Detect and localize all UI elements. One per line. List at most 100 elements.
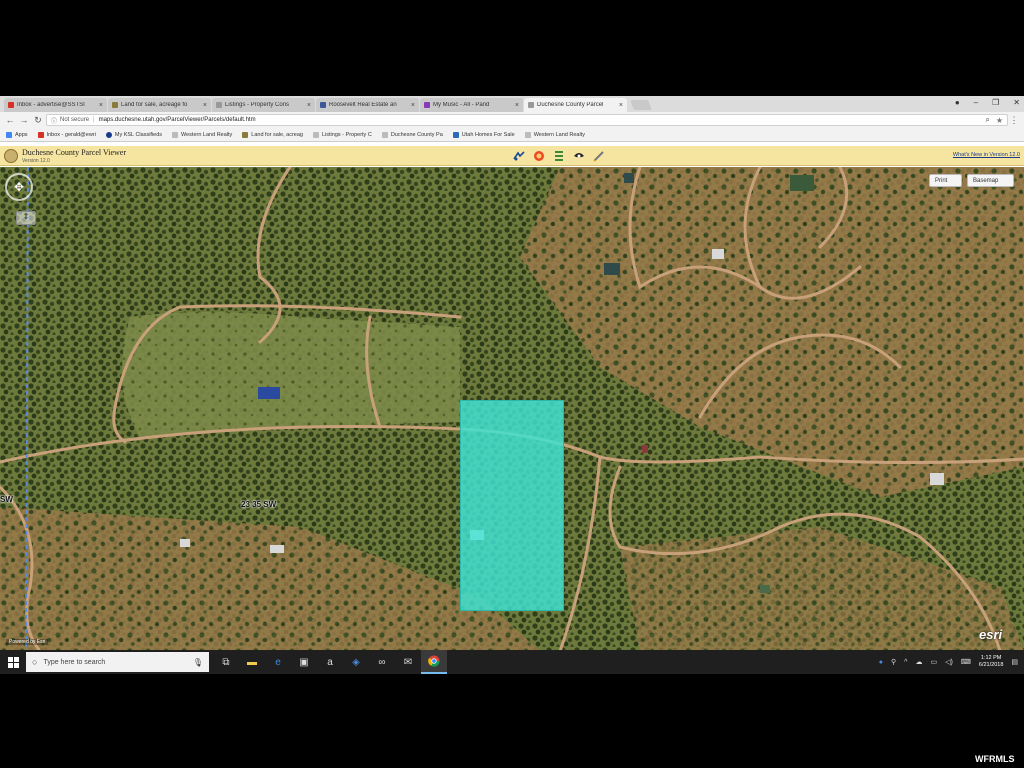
profile-icon[interactable]: ● [955,98,960,107]
info-icon[interactable]: ⓘ [51,116,57,125]
tab-duchesne-parcel[interactable]: Duchesne County Parcel × [524,98,627,112]
section-label: SW [0,495,13,504]
close-window-button[interactable]: ✕ [1013,98,1020,107]
gmail-icon [37,131,44,138]
record-icon[interactable] [532,149,545,162]
mail-icon[interactable]: ✉ [395,650,421,674]
minimize-button[interactable]: – [974,98,978,107]
whats-new-link[interactable]: What's New in Version 12.0 [953,152,1020,158]
keyboard-icon[interactable]: ⌨ [961,658,971,666]
toolbar [512,149,605,162]
map-view[interactable]: ✥ ⇕ Print Basemap 23 35 SW SW Powered by… [0,167,1024,651]
tab-pandora[interactable]: My Music - All - Pand × [420,98,523,112]
print-button[interactable]: Print [929,174,962,187]
tab-label: Duchesne County Parcel [537,102,604,108]
tab-land-for-sale[interactable]: Land for sale, acreage fo × [108,98,211,112]
amazon-icon[interactable]: a [317,650,343,674]
menu-icon[interactable]: ⋮ [1008,115,1020,126]
edge-icon[interactable]: e [265,650,291,674]
bookmark-western-land[interactable]: Western Land Realty [172,131,232,138]
screen: Inbox - advertise@SSTSI × Land for sale,… [0,96,1024,674]
close-icon[interactable]: × [515,102,519,109]
volume-icon[interactable]: ◁) [945,658,953,666]
search-icon[interactable]: ⌕ [985,115,989,125]
identify-icon[interactable] [572,149,585,162]
bookmarks-bar: Apps Inbox - gerald@ewri My KSL Classifi… [0,128,1024,142]
file-explorer-icon[interactable]: ▬ [239,650,265,674]
microphone-icon[interactable]: 🎙 [193,658,203,667]
bookmark-western-land-2[interactable]: Western Land Realty [524,131,585,138]
selected-parcel[interactable] [460,400,564,611]
layers-icon[interactable] [552,149,565,162]
store-icon[interactable]: ▣ [291,650,317,674]
taskbar-search[interactable]: ○ Type here to search 🎙 [26,652,209,672]
bookmark-land-for-sale[interactable]: Land for sale, acreag [242,131,303,138]
close-icon[interactable]: × [307,102,311,109]
address-bar[interactable]: ⓘ Not secure | maps.duchesne.utah.gov/Pa… [46,114,1008,126]
close-icon[interactable]: × [203,102,207,109]
page-icon [524,131,531,138]
notifications-icon[interactable]: ▤ [1011,658,1018,666]
window-controls: ● – ❐ ✕ [955,98,1020,107]
page-icon [172,131,179,138]
back-button[interactable]: ← [4,115,16,125]
parcel-label: 23 35 SW [241,500,277,509]
taskbar-clock[interactable]: 1:12 PM 6/21/2018 [979,655,1003,669]
bookmark-label: Land for sale, acreag [251,131,303,138]
pinned-apps: ⧉ ▬ e ▣ a ◈ ∞ ✉ [213,650,447,674]
search-icon: ○ [32,657,38,667]
land-site-icon [112,102,118,108]
draw-icon[interactable] [592,149,605,162]
page-icon [216,102,222,108]
bookmark-label: Apps [15,131,28,138]
tab-strip: Inbox - advertise@SSTSI × Land for sale,… [0,96,1024,112]
task-view-icon[interactable]: ⧉ [213,650,239,674]
security-label: Not secure [60,117,90,123]
bookmark-utah-homes[interactable]: Utah Homes For Sale [452,131,515,138]
close-icon[interactable]: × [99,102,103,109]
cloud-icon[interactable]: ☁ [915,658,922,666]
utah-homes-icon [452,131,459,138]
bookmark-duchesne[interactable]: Duchesne County Pa [381,131,443,138]
close-icon[interactable]: × [619,102,623,109]
tab-label: My Music - All - Pand [433,102,490,108]
tab-roosevelt[interactable]: Roosevelt Real Estate an × [316,98,419,112]
measure-icon[interactable] [512,149,525,162]
county-seal-icon [4,149,18,163]
page-icon [312,131,319,138]
star-icon[interactable]: ★ [996,116,1003,125]
tab-gmail[interactable]: Inbox - advertise@SSTSI × [4,98,107,112]
windows-icon [7,656,19,668]
start-button[interactable] [0,650,26,674]
maximize-button[interactable]: ❐ [992,98,999,107]
tab-listings[interactable]: Listings - Property Cons × [212,98,315,112]
bookmark-ksl[interactable]: My KSL Classifieds [105,131,162,138]
address-bar-row: ← → ↻ ⓘ Not secure | maps.duchesne.utah.… [0,112,1024,128]
new-tab-button[interactable] [630,100,652,110]
bookmark-inbox[interactable]: Inbox - gerald@ewri [37,131,96,138]
dropbox-icon[interactable]: ◈ [343,650,369,674]
bookmark-label: Western Land Realty [533,131,585,138]
bookmark-label: Utah Homes For Sale [461,131,515,138]
pan-control[interactable]: ✥ [5,173,33,201]
bookmark-label: Listings - Property C [321,131,372,138]
bookmark-apps[interactable]: Apps [6,131,28,138]
network-icon[interactable]: ▭ [930,658,937,666]
chrome-icon[interactable] [421,650,447,674]
cortana-icon[interactable]: ● [879,659,883,666]
pandora-icon [424,102,430,108]
people-tray-icon[interactable]: ⚲ [891,658,896,666]
clock-time: 1:12 PM [980,655,1002,661]
bookmark-label: Inbox - gerald@ewri [46,131,96,138]
bookmark-listings[interactable]: Listings - Property C [312,131,372,138]
reload-button[interactable]: ↻ [32,115,44,126]
url-text[interactable]: maps.duchesne.utah.gov/ParcelViewer/Parc… [99,117,256,123]
close-icon[interactable]: × [411,102,415,109]
tab-label: Listings - Property Cons [225,102,290,108]
forward-button[interactable]: → [18,115,30,125]
chevron-up-icon[interactable]: ^ [904,659,907,666]
zoom-slider[interactable]: ⇕ [16,211,36,225]
people-icon[interactable]: ∞ [369,650,395,674]
ksl-icon [105,131,112,138]
basemap-button[interactable]: Basemap [967,174,1014,187]
